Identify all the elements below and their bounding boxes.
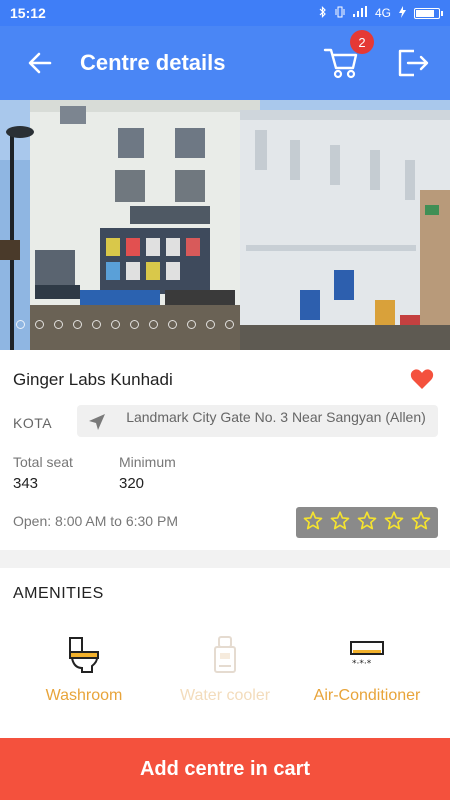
carousel-dot[interactable] xyxy=(35,320,44,329)
carousel-dot[interactable] xyxy=(187,320,196,329)
minimum-label: Minimum xyxy=(119,454,176,470)
star-icon[interactable] xyxy=(384,510,404,535)
amenity-washroom: Washroom xyxy=(9,635,159,715)
water-cooler-icon xyxy=(150,635,300,675)
total-seat-value: 343 xyxy=(13,475,39,492)
navigation-arrow-icon xyxy=(87,412,107,437)
carousel-dot[interactable] xyxy=(73,320,82,329)
page-title: Centre details xyxy=(80,50,226,75)
amenity-label: Washroom xyxy=(45,687,123,704)
carousel-dot[interactable] xyxy=(92,320,101,329)
app-bar: Centre details xyxy=(0,26,450,100)
centre-details: Ginger Labs Kunhadi KOTA Landmark City G… xyxy=(0,350,450,550)
carousel-dot[interactable] xyxy=(149,320,158,329)
back-button[interactable] xyxy=(0,26,80,100)
amenity-label: Water cooler xyxy=(179,687,271,704)
logout-button[interactable] xyxy=(388,38,438,88)
open-hours: Open: 8:00 AM to 6:30 PM xyxy=(13,513,178,529)
carousel-dot[interactable] xyxy=(111,320,120,329)
carousel-dot[interactable] xyxy=(225,320,234,329)
carousel-indicator[interactable] xyxy=(16,320,234,329)
carousel-dot[interactable] xyxy=(130,320,139,329)
amenities-title: AMENITIES xyxy=(13,585,104,602)
favorite-heart-icon[interactable] xyxy=(410,368,434,395)
centre-name: Ginger Labs Kunhadi xyxy=(13,370,173,389)
charging-icon xyxy=(399,5,406,21)
carousel-dot[interactable] xyxy=(54,320,63,329)
add-centre-to-cart-button[interactable]: Add centre in cart xyxy=(0,738,450,800)
address-field[interactable]: Landmark City Gate No. 3 Near Sangyan (A… xyxy=(77,405,438,437)
bluetooth-icon xyxy=(319,5,327,21)
address-text: Landmark City Gate No. 3 Near Sangyan (A… xyxy=(126,409,426,425)
battery-icon xyxy=(414,7,443,19)
air-conditioner-icon: *·*·* xyxy=(292,635,442,675)
signal-icon xyxy=(352,6,367,20)
carousel-dot[interactable] xyxy=(168,320,177,329)
star-icon[interactable] xyxy=(411,510,431,535)
amenity-air-conditioner: *·*·* Air-Conditioner xyxy=(292,635,442,715)
centre-photo[interactable] xyxy=(0,100,450,350)
amenity-label: Air-Conditioner xyxy=(313,687,421,704)
logout-icon xyxy=(398,49,429,77)
minimum-value: 320 xyxy=(119,475,145,492)
carousel-dot[interactable] xyxy=(206,320,215,329)
carousel-dot[interactable] xyxy=(16,320,25,329)
rating-stars[interactable] xyxy=(296,507,438,538)
network-type: 4G xyxy=(374,6,391,20)
total-seat-label: Total seat xyxy=(13,454,73,470)
city-label: KOTA xyxy=(13,415,53,431)
status-bar: 15:12 4G xyxy=(0,0,450,26)
star-icon[interactable] xyxy=(357,510,377,535)
svg-text:*·*·*: *·*·* xyxy=(352,659,372,669)
toilet-icon xyxy=(9,635,159,675)
vibrate-icon xyxy=(335,6,345,21)
arrow-left-icon xyxy=(28,52,52,74)
star-icon[interactable] xyxy=(303,510,323,535)
cart-count-badge: 2 xyxy=(350,30,374,54)
star-icon[interactable] xyxy=(330,510,350,535)
amenity-water-cooler: Water cooler xyxy=(150,635,300,715)
section-divider xyxy=(0,550,450,568)
status-time: 15:12 xyxy=(10,5,46,21)
